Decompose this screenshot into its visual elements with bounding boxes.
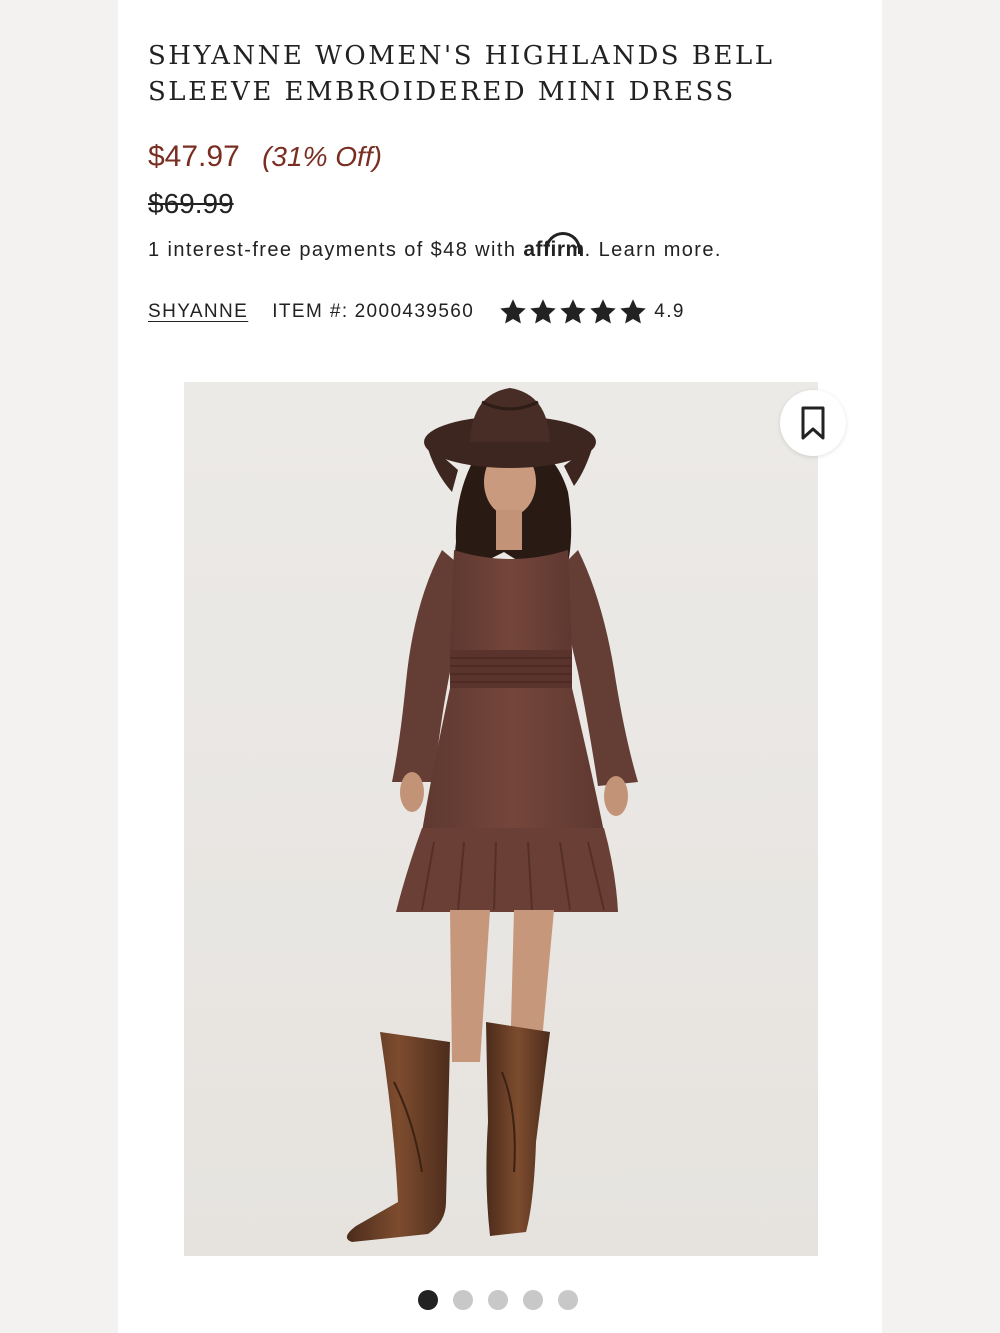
- payment-text: 1 interest-free payments of $48 with: [148, 239, 517, 261]
- wishlist-button[interactable]: [780, 390, 846, 456]
- star-icon: [560, 299, 586, 324]
- carousel-dots: [418, 1290, 578, 1310]
- bookmark-icon: [801, 406, 825, 440]
- price-row: $47.97 (31% Off): [148, 140, 382, 174]
- discount-label: (31% Off): [262, 141, 382, 172]
- item-number: 2000439560: [354, 301, 475, 322]
- product-meta: SHYANNE ITEM #: 2000439560 4.9: [148, 296, 685, 328]
- star-icon: [590, 299, 616, 324]
- payment-info: 1 interest-free payments of $48 with aff…: [148, 232, 722, 262]
- carousel-dot-1[interactable]: [418, 1290, 438, 1310]
- star-icon: [620, 299, 646, 324]
- learn-more-link[interactable]: . Learn more.: [585, 239, 722, 261]
- model-illustration: [184, 382, 818, 1256]
- brand-link[interactable]: SHYANNE: [148, 301, 248, 323]
- star-icon: [530, 299, 556, 324]
- rating-stars[interactable]: [498, 297, 648, 327]
- carousel-dot-4[interactable]: [523, 1290, 543, 1310]
- carousel-dot-3[interactable]: [488, 1290, 508, 1310]
- carousel-dot-2[interactable]: [453, 1290, 473, 1310]
- original-price: $69.99: [148, 188, 234, 219]
- product-title: SHYANNE WOMEN'S HIGHLANDS BELL SLEEVE EM…: [148, 41, 775, 107]
- product-page: SHYANNE WOMEN'S HIGHLANDS BELL SLEEVE EM…: [118, 0, 882, 1333]
- sale-price: $47.97: [148, 140, 240, 173]
- affirm-logo: affirm: [523, 232, 584, 262]
- rating-value: 4.9: [654, 301, 685, 322]
- item-number-label: ITEM #:: [272, 301, 349, 322]
- star-icon: [500, 299, 526, 324]
- product-image[interactable]: [184, 382, 818, 1256]
- carousel-dot-5[interactable]: [558, 1290, 578, 1310]
